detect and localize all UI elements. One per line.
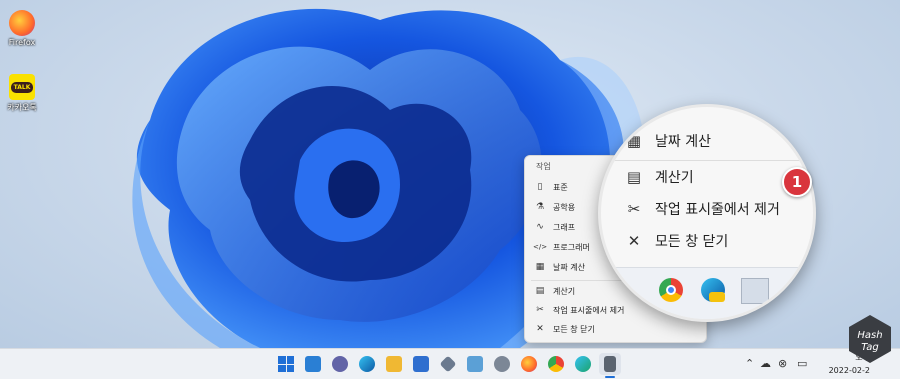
jumplist-close-all-windows[interactable]: ✕ 모든 창 닫기 xyxy=(531,319,699,339)
unpin-icon: ✂ xyxy=(627,200,641,218)
teams-chat-button[interactable] xyxy=(329,353,351,375)
gear-icon xyxy=(494,356,510,372)
firefox-icon xyxy=(521,356,537,372)
desktop-icon-label: 카카오톡 xyxy=(7,103,37,112)
unpin-icon: ✂ xyxy=(536,305,544,315)
notepad-button[interactable] xyxy=(464,353,486,375)
chrome-button[interactable] xyxy=(545,353,567,375)
cloud-icon[interactable]: ☁ xyxy=(760,357,771,370)
desktop-icon-label: Firefox xyxy=(8,38,36,47)
pinwheel-app-button[interactable] xyxy=(437,353,459,375)
close-icon: ✕ xyxy=(627,232,641,250)
calendar-icon: ▦ xyxy=(535,262,545,272)
calculator-button[interactable] xyxy=(599,353,621,375)
jumplist-item-label: 계산기 xyxy=(553,286,576,296)
code-icon: </> xyxy=(533,243,548,251)
status-x-icon[interactable]: ⊗ xyxy=(778,357,787,370)
display-icon[interactable]: ▭ xyxy=(797,357,807,370)
taskbar: ⌃ ☁ ⊗ ▭ 오후 2022-02-2 xyxy=(0,348,900,379)
folder-icon xyxy=(386,356,402,372)
step-number-badge: 1 xyxy=(782,167,812,197)
magnified-label: 날짜 계산 xyxy=(655,134,711,150)
windows-logo-icon xyxy=(278,356,294,372)
pinwheel-icon xyxy=(439,355,457,373)
flask-icon: ⚗ xyxy=(535,202,545,212)
jumplist-item-label: 그래프 xyxy=(553,222,576,232)
widgets-icon xyxy=(305,356,321,372)
graph-icon: ∿ xyxy=(536,222,544,232)
firefox-icon xyxy=(9,10,35,36)
magnified-close-all-windows: ✕ 모든 창 닫기 xyxy=(623,227,729,255)
calculator-icon: ▤ xyxy=(535,286,545,296)
calculator-icon xyxy=(604,356,616,372)
magnified-taskbar-strip xyxy=(601,267,813,319)
jumplist-section-title: 작업 xyxy=(536,162,551,171)
widgets-button[interactable] xyxy=(302,353,324,375)
mail-button[interactable] xyxy=(410,353,432,375)
firefox-button[interactable] xyxy=(518,353,540,375)
kakaotalk-badge-text: TALK xyxy=(10,81,34,93)
magnified-calculator: ▤ 계산기 xyxy=(623,163,694,191)
close-icon: ✕ xyxy=(536,324,544,334)
desktop-icon-firefox[interactable]: Firefox xyxy=(2,10,42,47)
file-explorer-button[interactable] xyxy=(383,353,405,375)
edge-canary-icon xyxy=(701,278,725,302)
chrome-icon xyxy=(659,278,683,302)
edge-canary-button[interactable] xyxy=(572,353,594,375)
desktop-icon-kakaotalk[interactable]: TALK 카카오톡 xyxy=(2,74,42,113)
chrome-icon xyxy=(548,356,564,372)
chat-icon xyxy=(332,356,348,372)
edge-canary-icon xyxy=(575,356,591,372)
magnified-label: 계산기 xyxy=(655,170,694,186)
edge-button[interactable] xyxy=(356,353,378,375)
standard-calculator-icon: ▯ xyxy=(537,182,543,192)
jumplist-item-label: 모든 창 닫기 xyxy=(553,324,595,334)
magnified-divider xyxy=(601,160,813,161)
jumplist-item-label: 프로그래머 xyxy=(553,242,590,252)
magnifier-callout: ▦ 날짜 계산 ▤ 계산기 ✂ 작업 표시줄에서 제거 ✕ 모든 창 닫기 xyxy=(598,104,816,322)
mail-icon xyxy=(413,356,429,372)
chevron-up-icon[interactable]: ⌃ xyxy=(745,357,754,370)
watermark-text-line1: Hash xyxy=(857,330,882,341)
edge-icon xyxy=(359,356,375,372)
settings-button[interactable] xyxy=(491,353,513,375)
calculator-icon xyxy=(741,278,769,304)
hashtag-watermark: Hash Tag xyxy=(849,315,891,363)
magnified-date-calculation: ▦ 날짜 계산 xyxy=(623,127,711,155)
calculator-icon: ▤ xyxy=(626,168,642,186)
calendar-icon: ▦ xyxy=(626,132,642,150)
notepad-icon xyxy=(467,356,483,372)
clock-date: 2022-02-2 xyxy=(828,366,870,375)
magnified-unpin-from-taskbar: ✂ 작업 표시줄에서 제거 xyxy=(623,195,780,223)
jumplist-item-label: 표준 xyxy=(553,182,568,192)
jumplist-item-label: 공학용 xyxy=(553,202,576,212)
kakaotalk-icon: TALK xyxy=(9,74,35,100)
magnified-label: 작업 표시줄에서 제거 xyxy=(655,202,780,218)
magnified-label: 모든 창 닫기 xyxy=(655,234,729,250)
watermark-text-line2: Tag xyxy=(861,342,879,353)
start-button[interactable] xyxy=(275,353,297,375)
desktop: Firefox TALK 카카오톡 작업 ▯ 표준 ⚗ 공학용 ∿ 그래프 </… xyxy=(0,0,900,348)
jumplist-item-label: 날짜 계산 xyxy=(553,262,585,272)
